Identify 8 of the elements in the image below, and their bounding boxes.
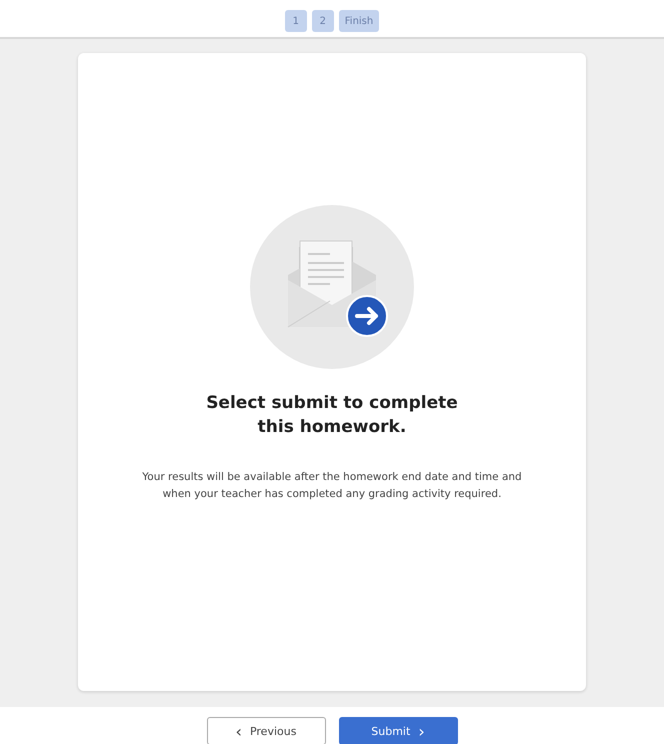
submit-button[interactable]: Submit › bbox=[338, 717, 458, 744]
step-button[interactable]: 2 bbox=[312, 10, 334, 32]
step-button[interactable]: 1 bbox=[284, 10, 307, 32]
previous-button[interactable]: ‹ Previous bbox=[206, 717, 326, 744]
message-text: Your results will be available after the homework end date and time and when your teacher has completed any grading activity required. bbox=[141, 470, 523, 502]
heading: Select submit to complete this homework. bbox=[205, 392, 459, 439]
envelope-icon bbox=[250, 205, 414, 369]
step-button[interactable]: Finish bbox=[338, 10, 380, 32]
